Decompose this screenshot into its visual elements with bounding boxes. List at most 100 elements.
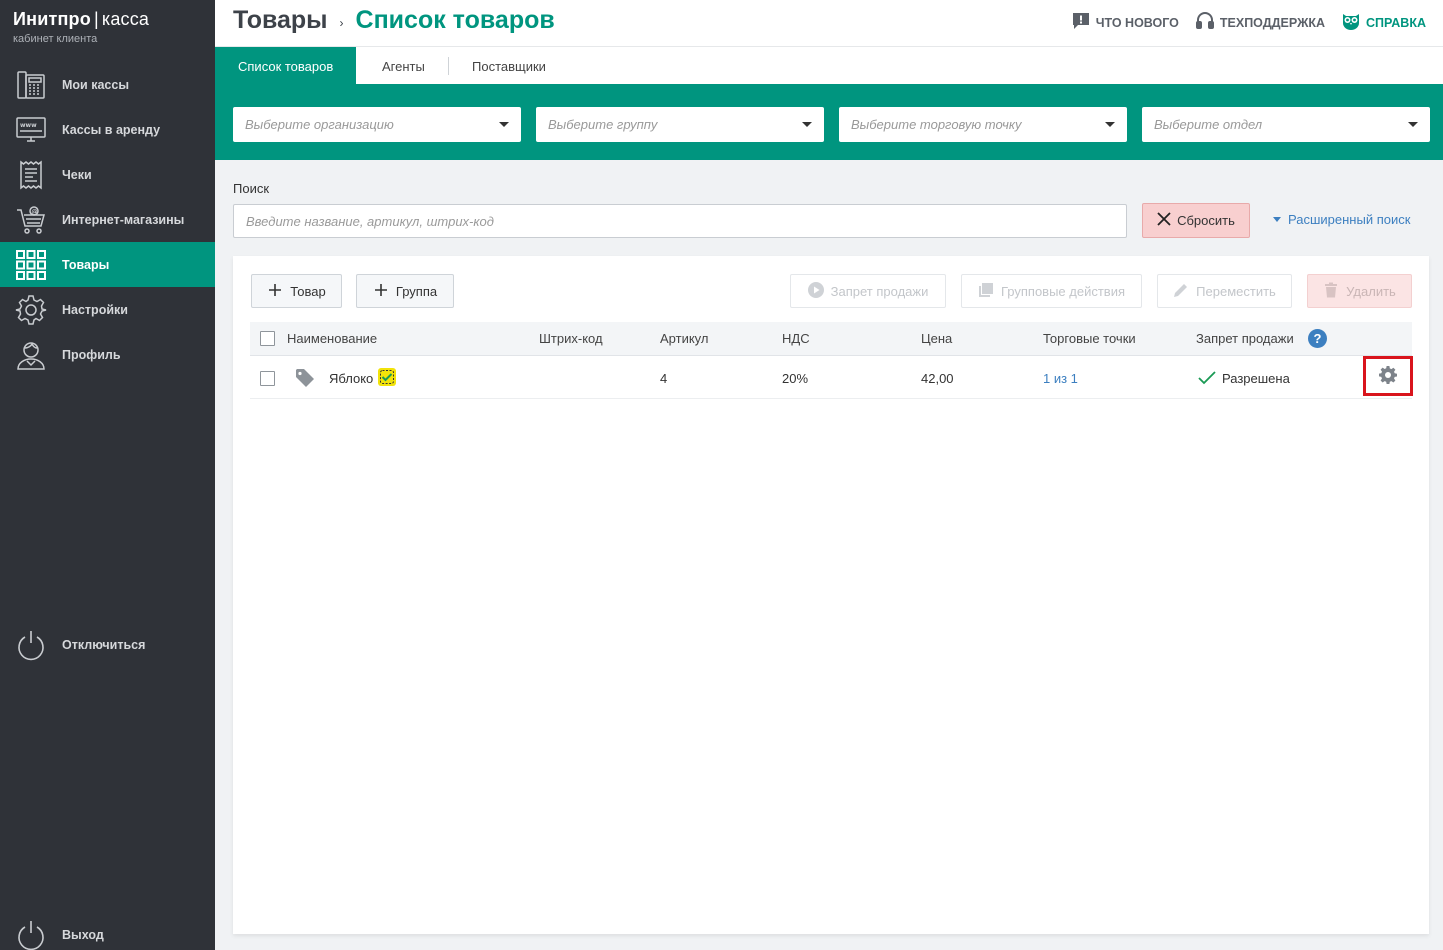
row-settings-button[interactable] [1363, 356, 1413, 396]
add-product-label: Товар [290, 283, 326, 299]
sidebar-item-settings[interactable]: Настройки [0, 287, 215, 332]
group-actions-label: Групповые действия [1000, 283, 1126, 299]
sidebar-item-receipts[interactable]: Чеки [0, 152, 215, 197]
cash-register-icon [14, 68, 48, 102]
breadcrumb-root[interactable]: Товары [233, 6, 328, 35]
disconnect-button[interactable]: Отключиться [0, 622, 215, 667]
product-name[interactable]: Яблоко [329, 371, 373, 386]
gear-icon [14, 293, 48, 327]
point-select[interactable]: Выберите торговую точку [839, 107, 1127, 142]
support-link[interactable]: ТЕХПОДДЕРЖКА [1195, 11, 1325, 34]
breadcrumb-separator: › [339, 15, 344, 30]
brand-logo[interactable]: Инитпро | касса кабинет клиента [13, 9, 149, 45]
reset-label: Сбросить [1177, 213, 1235, 228]
sidebar-item-rent-registers[interactable]: www Кассы в аренду [0, 107, 215, 152]
power-icon [14, 628, 48, 662]
group-select[interactable]: Выберите группу [536, 107, 824, 142]
header-links: ЧТО НОВОГО ТЕХПОДДЕРЖКА СПРАВКА [1071, 11, 1426, 34]
breadcrumb: Товары › Список товаров [233, 6, 555, 35]
reset-button[interactable]: Сбросить [1142, 203, 1250, 238]
product-vat: 20% [782, 371, 809, 386]
group-select-placeholder: Выберите группу [548, 117, 658, 132]
department-select[interactable]: Выберите отдел [1142, 107, 1430, 142]
organization-select-placeholder: Выберите организацию [245, 117, 394, 132]
ban-sale-button[interactable]: Запрет продажи [790, 274, 946, 308]
plus-icon [373, 282, 389, 301]
sidebar-item-my-registers[interactable]: Мои кассы [0, 62, 215, 107]
grid-icon [14, 248, 48, 282]
caret-down-icon [1408, 122, 1418, 127]
sale-status: Разрешена [1222, 371, 1290, 386]
gear-icon [1378, 365, 1398, 388]
tag-icon [295, 368, 315, 391]
column-barcode[interactable]: Штрих-код [539, 331, 603, 346]
caret-down-icon [1273, 217, 1281, 222]
stack-icon [978, 282, 994, 301]
add-product-button[interactable]: Товар [251, 274, 342, 308]
tab-agents[interactable]: Агенты [382, 47, 425, 85]
add-group-button[interactable]: Группа [356, 274, 454, 308]
sidebar-item-label: Профиль [62, 347, 121, 362]
sidebar: Инитпро | касса кабинет клиента Мои кассы … [0, 0, 215, 950]
brand-name: Инитпро [13, 9, 91, 29]
help-link[interactable]: СПРАВКА [1341, 11, 1426, 34]
advanced-search-label: Расширенный поиск [1288, 212, 1411, 227]
svg-text:@: @ [32, 208, 38, 215]
sidebar-item-label: Настройки [62, 302, 128, 317]
sidebar-item-label: Мои кассы [62, 77, 129, 92]
column-points[interactable]: Торговые точки [1043, 331, 1136, 346]
owl-icon [1341, 11, 1361, 34]
sidebar-item-online-stores[interactable]: @ Интернет-магазины [0, 197, 215, 242]
tab-suppliers[interactable]: Поставщики [472, 47, 546, 85]
brand-subtitle: кабинет клиента [13, 33, 98, 45]
column-article[interactable]: Артикул [660, 331, 708, 346]
advanced-search-link[interactable]: Расширенный поиск [1273, 212, 1410, 227]
product-price: 42,00 [921, 371, 954, 386]
whats-new-link[interactable]: ЧТО НОВОГО [1071, 11, 1179, 34]
sidebar-item-label: Кассы в аренду [62, 122, 161, 137]
caret-down-icon [1105, 122, 1115, 127]
tab-bar: Список товаров Агенты Поставщики [215, 46, 1443, 85]
move-label: Переместить [1196, 283, 1276, 299]
user-icon [14, 338, 48, 372]
brand-product: касса [101, 9, 150, 29]
marking-badge-icon [378, 368, 396, 389]
select-all-checkbox[interactable] [260, 331, 275, 346]
plus-icon [267, 282, 283, 301]
sidebar-item-products[interactable]: Товары [0, 242, 215, 287]
logout-button[interactable]: Выход [0, 912, 215, 950]
filter-bar: Выберите организацию Выберите группу Выб… [215, 84, 1443, 160]
sidebar-nav: Мои кассы www Кассы в аренду Чеки @ Инте… [0, 62, 215, 377]
product-points-link[interactable]: 1 из 1 [1043, 371, 1078, 386]
trash-icon [1323, 282, 1339, 301]
caret-down-icon [802, 122, 812, 127]
organization-select[interactable]: Выберите организацию [233, 107, 521, 142]
group-actions-button[interactable]: Групповые действия [961, 274, 1142, 308]
search-input[interactable] [233, 204, 1127, 238]
cart-icon: @ [14, 203, 48, 237]
row-checkbox[interactable] [260, 371, 275, 386]
column-sale-ban[interactable]: Запрет продажи [1196, 331, 1294, 346]
table-row[interactable]: Яблоко 4 20% 42,00 1 из 1 Разрешена [250, 356, 1413, 399]
help-circle-icon[interactable]: ? [1308, 329, 1327, 348]
column-name[interactable]: Наименование [287, 331, 377, 346]
delete-label: Удалить [1346, 283, 1396, 299]
product-article: 4 [660, 371, 668, 386]
announcement-icon [1071, 11, 1091, 34]
power-icon [14, 918, 48, 950]
column-vat[interactable]: НДС [782, 331, 810, 346]
table-header: Наименование Штрих-код Артикул НДС Цена … [250, 322, 1412, 356]
move-button[interactable]: Переместить [1157, 274, 1292, 308]
tab-product-list[interactable]: Список товаров [215, 47, 357, 85]
page-title: Список товаров [355, 6, 555, 34]
sidebar-item-profile[interactable]: Профиль [0, 332, 215, 377]
column-price[interactable]: Цена [921, 331, 952, 346]
close-icon [1157, 212, 1171, 229]
caret-down-icon [499, 122, 509, 127]
delete-button[interactable]: Удалить [1307, 274, 1412, 308]
brand-separator: | [93, 9, 99, 29]
play-circle-icon [807, 281, 824, 301]
support-label: ТЕХПОДДЕРЖКА [1219, 15, 1326, 30]
pencil-icon [1173, 282, 1189, 301]
department-select-placeholder: Выберите отдел [1154, 117, 1263, 132]
